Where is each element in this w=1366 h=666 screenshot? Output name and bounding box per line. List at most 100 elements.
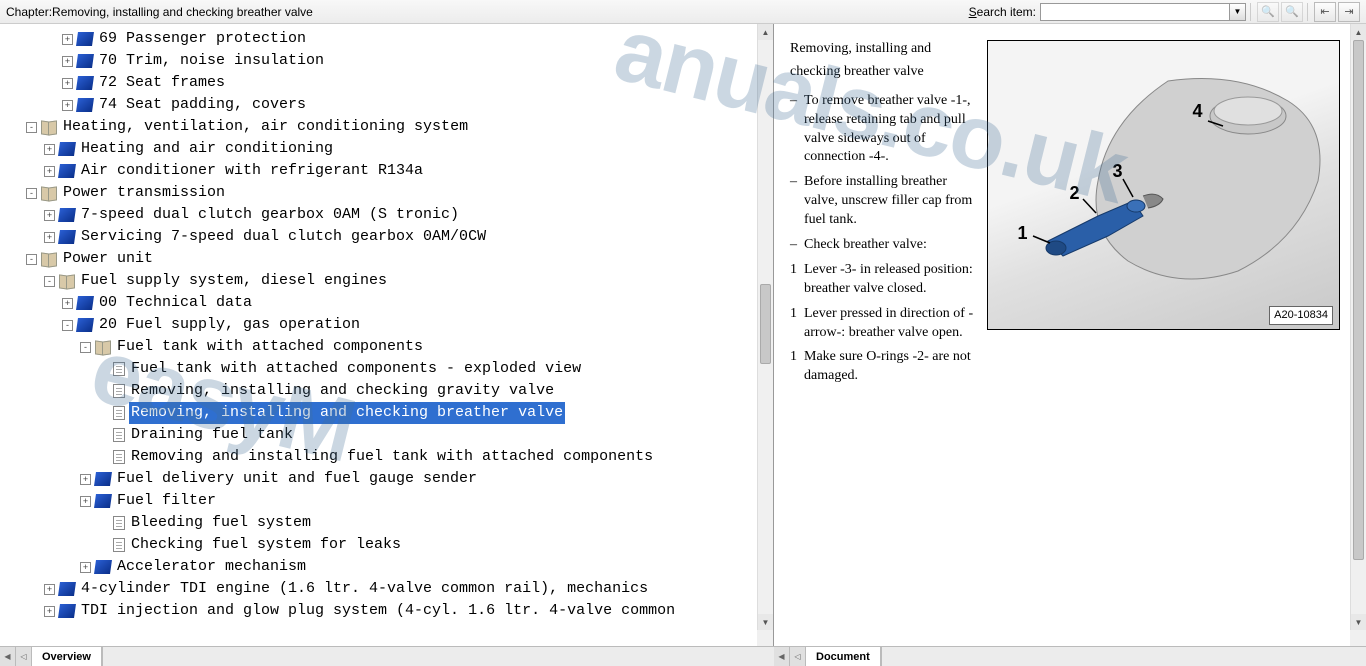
expand-icon[interactable]: + [44, 210, 55, 221]
scroll-thumb[interactable] [760, 284, 771, 364]
tree-row[interactable]: -20 Fuel supply, gas operation [0, 314, 757, 336]
tree-label: 74 Seat padding, covers [97, 94, 308, 116]
scroll-down-icon[interactable]: ▼ [1351, 614, 1366, 630]
figure-reference: A20-10834 [1269, 306, 1333, 325]
step-marker: – [790, 236, 804, 255]
step-text: To remove breather valve -1-, release re… [804, 92, 977, 168]
scroll-down-icon[interactable]: ▼ [758, 614, 773, 630]
chapter-label: Chapter:Removing, installing and checkin… [6, 5, 313, 19]
tree-label: Draining fuel tank [129, 424, 295, 446]
tree-row[interactable]: -Fuel supply system, diesel engines [0, 270, 757, 292]
nav-forward-button[interactable]: ⇥ [1338, 2, 1360, 22]
book-closed-icon [76, 296, 94, 310]
book-closed-icon [76, 98, 94, 112]
expand-icon[interactable]: + [44, 584, 55, 595]
expand-icon[interactable]: + [80, 496, 91, 507]
nav-back-button[interactable]: ⇤ [1314, 2, 1336, 22]
tree-row[interactable]: Draining fuel tank [0, 424, 757, 446]
document-pane: Removing, installing and checking breath… [774, 24, 1366, 646]
tree-row[interactable]: -Power unit [0, 248, 757, 270]
tree-row[interactable]: +70 Trim, noise insulation [0, 50, 757, 72]
search-next-button[interactable]: 🔍 [1281, 2, 1303, 22]
collapse-icon[interactable]: - [26, 254, 37, 265]
tree-row[interactable]: Removing, installing and checking gravit… [0, 380, 757, 402]
collapse-icon[interactable]: - [26, 122, 37, 133]
collapse-icon[interactable]: - [44, 276, 55, 287]
tab-nav-first[interactable]: ◀ [774, 647, 790, 666]
tree-row[interactable]: Checking fuel system for leaks [0, 534, 757, 556]
tree-label: Power transmission [61, 182, 227, 204]
scroll-thumb[interactable] [1353, 40, 1364, 560]
tree-row[interactable]: - Heating, ventilation, air conditioning … [0, 116, 757, 138]
tree-label: Removing, installing and checking gravit… [129, 380, 556, 402]
expand-icon[interactable]: + [44, 144, 55, 155]
search-input[interactable] [1040, 3, 1230, 21]
binoculars-icon: 🔍 [1285, 5, 1299, 18]
tree-label: Heating, ventilation, air conditioning s… [61, 116, 470, 138]
search-dropdown-button[interactable]: ▼ [1230, 3, 1246, 21]
expand-icon[interactable]: + [80, 562, 91, 573]
expand-icon[interactable]: + [62, 298, 73, 309]
expand-icon[interactable]: + [62, 34, 73, 45]
tree-row[interactable]: Removing, installing and checking breath… [0, 402, 757, 424]
expand-icon[interactable]: + [44, 166, 55, 177]
document-vscrollbar[interactable]: ▲ ▼ [1350, 24, 1366, 630]
tree-row[interactable]: Removing and installing fuel tank with a… [0, 446, 757, 468]
tree-row[interactable]: Fuel tank with attached components - exp… [0, 358, 757, 380]
tree-row[interactable]: +Air conditioner with refrigerant R134a [0, 160, 757, 182]
expand-icon[interactable]: + [44, 606, 55, 617]
hscroll-track[interactable] [881, 647, 1366, 666]
tree-row[interactable]: +7-speed dual clutch gearbox 0AM (S tron… [0, 204, 757, 226]
tree-label: 69 Passenger protection [97, 28, 308, 50]
expand-icon[interactable]: + [80, 474, 91, 485]
figure-callout-1: 1 [1018, 221, 1028, 245]
tree-label: Servicing 7-speed dual clutch gearbox 0A… [79, 226, 488, 248]
tree-row[interactable]: +4-cylinder TDI engine (1.6 ltr. 4-valve… [0, 578, 757, 600]
tree-row[interactable]: + TDI injection and glow plug system (4-c… [0, 600, 757, 622]
collapse-icon[interactable]: - [62, 320, 73, 331]
tree-label: Fuel tank with attached components - exp… [129, 358, 583, 380]
collapse-icon[interactable]: - [26, 188, 37, 199]
tab-nav-prev[interactable]: ◁ [16, 647, 32, 666]
tree-label: TDI injection and glow plug system (4-cy… [79, 600, 677, 622]
expand-icon[interactable]: + [62, 56, 73, 67]
search-prev-button[interactable]: 🔍 [1257, 2, 1279, 22]
hscroll-track[interactable] [102, 647, 774, 666]
tree-row[interactable]: +Accelerator mechanism [0, 556, 757, 578]
tab-document[interactable]: Document [806, 647, 881, 666]
tab-nav-first[interactable]: ◀ [0, 647, 16, 666]
overview-pane: +69 Passenger protection+70 Trim, noise … [0, 24, 774, 646]
tree-row[interactable]: + Fuel filter [0, 490, 757, 512]
tree-row[interactable]: +74 Seat padding, covers [0, 94, 757, 116]
tree-row[interactable]: -Fuel tank with attached components [0, 336, 757, 358]
tree-row[interactable]: +Heating and air conditioning [0, 138, 757, 160]
chapter-title: Removing, installing and checking breath… [52, 5, 313, 19]
binoculars-icon: 🔍 [1261, 5, 1275, 18]
tree-row[interactable]: +72 Seat frames [0, 72, 757, 94]
overview-vscrollbar[interactable]: ▲ ▼ [757, 24, 773, 630]
tree-row[interactable]: Bleeding fuel system [0, 512, 757, 534]
book-closed-icon [94, 494, 112, 508]
tree-row[interactable]: + Servicing 7-speed dual clutch gearbox 0… [0, 226, 757, 248]
doc-title-line2: checking breather valve [790, 63, 977, 82]
tree-row[interactable]: +Fuel delivery unit and fuel gauge sende… [0, 468, 757, 490]
step-text: Check breather valve: [804, 236, 927, 255]
scroll-up-icon[interactable]: ▲ [758, 24, 773, 40]
tree-label: Removing, installing and checking breath… [129, 402, 565, 424]
expand-icon[interactable]: + [62, 100, 73, 111]
tree-spacer [98, 540, 109, 551]
tree-row[interactable]: +00 Technical data [0, 292, 757, 314]
collapse-icon[interactable]: - [80, 342, 91, 353]
tree-row[interactable]: +69 Passenger protection [0, 28, 757, 50]
navigation-tree[interactable]: +69 Passenger protection+70 Trim, noise … [0, 24, 757, 622]
tab-nav-prev[interactable]: ◁ [790, 647, 806, 666]
expand-icon[interactable]: + [44, 232, 55, 243]
scroll-up-icon[interactable]: ▲ [1351, 24, 1366, 40]
tree-row[interactable]: - Power transmission [0, 182, 757, 204]
figure-callout-3: 3 [1113, 159, 1123, 183]
page-icon [113, 362, 125, 376]
book-open-icon [41, 252, 57, 266]
tab-overview[interactable]: Overview [32, 647, 102, 666]
expand-icon[interactable]: + [62, 78, 73, 89]
tree-label: Fuel filter [115, 490, 218, 512]
